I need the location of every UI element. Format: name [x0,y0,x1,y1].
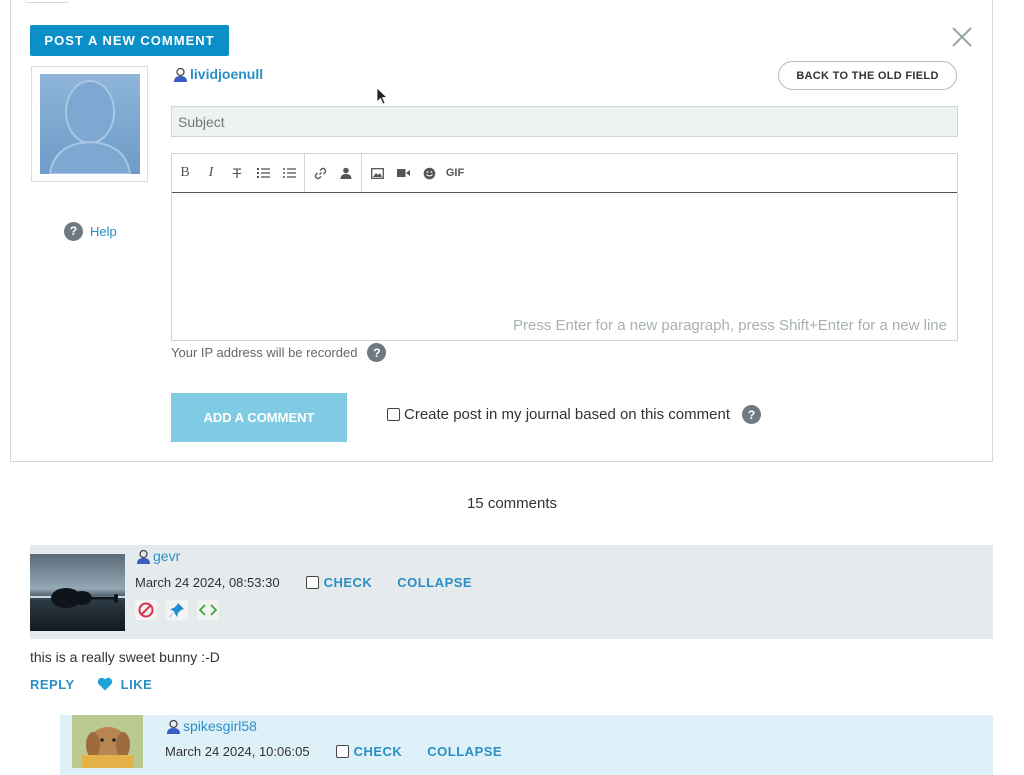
top-tab-edge [24,0,70,3]
journal-option-label: Create post in my journal based on this … [404,406,730,423]
image-icon [370,167,384,179]
comment-author: gevr [136,548,180,564]
journal-checkbox[interactable] [387,408,400,421]
user-icon [174,67,187,82]
numbered-list-icon [256,168,270,178]
toolbar-separator [304,154,305,192]
video-button[interactable] [390,154,416,192]
subject-input[interactable] [171,106,958,137]
toolbar-separator [361,154,362,192]
user-silhouette-icon [48,80,132,174]
comment-text: this is a really sweet bunny :-D [30,649,220,665]
heart-icon[interactable] [97,677,113,691]
comment-username[interactable]: gevr [153,548,180,564]
reply-comment-meta: March 24 2024, 10:06:05 CHECK COLLAPSE [165,743,502,759]
ban-icon [138,602,154,618]
journal-option[interactable]: Create post in my journal based on this … [387,405,761,424]
avatar [31,66,148,182]
collapse-link[interactable]: COLLAPSE [397,575,472,590]
bunny-photo-image [72,715,143,768]
reply-check-link[interactable]: CHECK [354,744,403,759]
link-icon [314,167,326,179]
code-icon [199,604,217,616]
code-button[interactable] [197,600,219,620]
close-icon[interactable] [950,25,974,49]
gif-button[interactable]: GIF [442,154,468,192]
default-avatar-image [40,74,140,174]
comment-date[interactable]: March 24 2024, 08:53:30 [135,575,280,590]
user-mention-button[interactable] [333,154,359,192]
emoji-icon [423,167,435,179]
numbered-list-button[interactable] [250,154,276,192]
journal-question-icon[interactable]: ? [742,405,761,424]
italic-button[interactable]: I [198,154,224,192]
reply-commenter-avatar[interactable] [72,715,143,768]
help-label: Help [90,223,117,239]
image-button[interactable] [364,154,390,192]
like-link[interactable]: LIKE [121,677,153,692]
check-checkbox[interactable] [305,575,319,589]
bullet-list-button[interactable] [276,154,302,192]
comments-count: 15 comments [466,495,558,512]
pin-icon [169,603,184,617]
pin-button[interactable] [166,600,188,620]
post-new-comment-button[interactable]: POST A NEW COMMENT [30,25,229,56]
reply-comment-date[interactable]: March 24 2024, 10:06:05 [165,744,310,759]
reply-collapse-link[interactable]: COLLAPSE [427,744,502,759]
ban-button[interactable] [135,600,157,620]
check-link[interactable]: CHECK [324,575,373,590]
emoji-button[interactable] [416,154,442,192]
comment-footer: REPLY LIKE [30,676,152,692]
link-button[interactable] [307,154,333,192]
user-mention-icon [340,167,352,179]
bullet-list-icon [282,168,296,178]
author-username[interactable]: lividjoenull [190,66,263,82]
comment-actions [135,600,219,620]
guitar-silhouette-image [30,588,125,608]
comment-editor[interactable]: B I T GIF Press Enter for a new paragrap… [171,153,958,341]
user-icon [137,549,150,564]
editor-hint: Press Enter for a new paragraph, press S… [513,317,947,334]
back-to-old-field-button[interactable]: BACK TO THE OLD FIELD [778,61,957,90]
ip-note: Your IP address will be recorded ? [171,343,387,362]
editor-toolbar: B I T GIF [172,154,957,193]
add-comment-button[interactable]: ADD A COMMENT [171,393,347,442]
user-icon [167,719,180,734]
question-icon: ? [64,221,83,241]
strikethrough-button[interactable]: T [224,154,250,192]
reply-check-checkbox[interactable] [335,744,349,758]
author-line: lividjoenull [173,66,263,82]
ip-note-text: Your IP address will be recorded [171,345,358,360]
help-link[interactable]: ? Help [64,221,117,241]
video-icon [396,169,410,177]
reply-username[interactable]: spikesgirl58 [183,718,257,734]
reply-link[interactable]: REPLY [30,677,75,692]
mouse-cursor-icon [376,87,388,105]
commenter-avatar[interactable] [30,554,125,631]
comment-meta: March 24 2024, 08:53:30 CHECK COLLAPSE [135,574,472,590]
ip-question-icon[interactable]: ? [367,343,387,362]
reply-comment-author: spikesgirl58 [166,718,257,734]
bold-button[interactable]: B [172,154,198,192]
